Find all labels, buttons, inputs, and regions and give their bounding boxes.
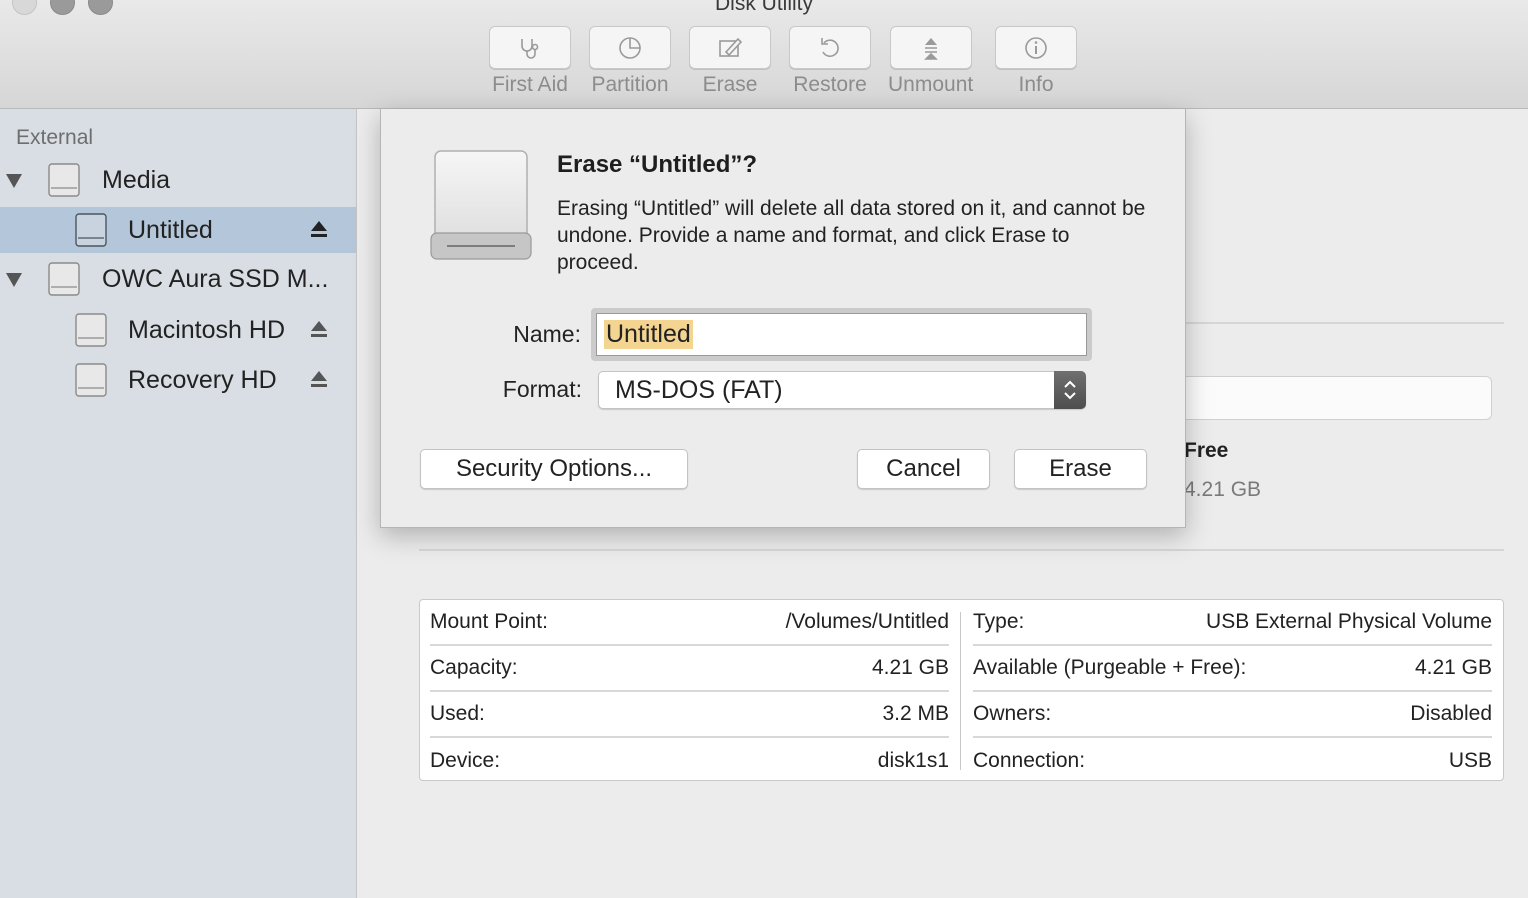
undo-arrow-icon <box>821 37 839 57</box>
info-label: Capacity: <box>430 656 518 679</box>
partition-label: Partition <box>591 73 669 96</box>
external-drive-icon <box>430 150 532 260</box>
window-title: Disk Utility <box>715 0 813 15</box>
select-stepper-icon[interactable] <box>1054 371 1086 409</box>
unmount-label: Unmount <box>888 73 974 96</box>
info-row-mount-point: Mount Point: /Volumes/Untitled <box>430 600 949 646</box>
divider <box>419 549 1504 551</box>
format-select[interactable]: MS-DOS (FAT) <box>598 371 1086 409</box>
sidebar-item-macintosh-hd[interactable]: Macintosh HD <box>0 307 356 353</box>
name-field[interactable]: Untitled <box>591 308 1092 361</box>
info-label: Info <box>1018 73 1054 96</box>
info-label: Used: <box>430 702 485 725</box>
info-label: Mount Point: <box>430 610 548 633</box>
sidebar-item-owc-aura-ssd[interactable]: OWC Aura SSD M... <box>0 257 356 303</box>
disclosure-triangle-icon[interactable] <box>6 273 22 287</box>
info-row-capacity: Capacity: 4.21 GB <box>430 646 949 692</box>
dialog-title: Erase “Untitled”? <box>557 151 758 178</box>
format-label: Format: <box>502 376 582 402</box>
sidebar-item-label: Macintosh HD <box>128 316 285 344</box>
erase-dialog: Erase “Untitled”? Erasing “Untitled” wil… <box>380 109 1186 528</box>
restore-label: Restore <box>793 73 867 96</box>
volume-info-table: Mount Point: /Volumes/Untitled Capacity:… <box>419 599 1504 781</box>
sidebar-item-recovery-hd[interactable]: Recovery HD <box>0 357 356 403</box>
cancel-button[interactable]: Cancel <box>857 449 990 489</box>
erase-toolbar-button[interactable]: Erase <box>689 26 771 97</box>
stethoscope-icon <box>521 38 539 59</box>
first-aid-label: First Aid <box>492 73 568 96</box>
info-row-owners: Owners: Disabled <box>973 692 1492 738</box>
pencil-icon <box>719 37 743 57</box>
partition-button[interactable]: Partition <box>589 26 671 97</box>
sidebar-item-untitled[interactable]: Untitled <box>0 207 356 253</box>
first-aid-button[interactable]: First Aid <box>489 26 571 97</box>
title-bar: Disk Utility First Aid Partition Erase R… <box>0 0 1528 109</box>
info-value: USB <box>1448 749 1492 772</box>
disclosure-triangle-icon[interactable] <box>6 174 22 188</box>
restore-button[interactable]: Restore <box>789 26 871 97</box>
info-label: Owners: <box>973 702 1052 725</box>
sidebar-item-label: Untitled <box>128 216 213 244</box>
format-select-value: MS-DOS (FAT) <box>615 376 783 404</box>
unmount-button[interactable]: Unmount <box>888 26 973 97</box>
eject-icon[interactable] <box>309 369 329 389</box>
volume-disk-icon <box>75 313 107 347</box>
info-row-type: Type: USB External Physical Volume <box>973 600 1492 646</box>
info-value: /Volumes/Untitled <box>785 610 949 633</box>
divider <box>1186 322 1504 324</box>
info-label: Available (Purgeable + Free): <box>973 656 1247 679</box>
info-value: 4.21 GB <box>1414 656 1492 679</box>
sidebar-item-label: OWC Aura SSD M... <box>102 265 329 293</box>
info-value: 3.2 MB <box>882 702 949 725</box>
info-label: Device: <box>430 749 501 772</box>
sidebar-item-label: Media <box>102 166 171 194</box>
free-label: Free <box>1184 439 1229 462</box>
eject-icon[interactable] <box>309 219 329 239</box>
eject-icon <box>923 37 938 60</box>
info-value: 4.21 GB <box>871 656 949 679</box>
info-label: Type: <box>973 610 1025 633</box>
external-disk-icon <box>48 163 80 197</box>
info-row-available: Available (Purgeable + Free): 4.21 GB <box>973 646 1492 692</box>
info-row-device: Device: disk1s1 <box>430 738 949 784</box>
eject-icon[interactable] <box>309 319 329 339</box>
free-value: 4.21 GB <box>1184 478 1262 501</box>
name-label: Name: <box>513 321 581 347</box>
dialog-message: Erasing “Untitled” will delete all data … <box>557 197 1146 274</box>
info-button[interactable]: Info <box>995 26 1077 97</box>
usage-bar <box>1186 376 1492 420</box>
column-divider <box>960 612 961 770</box>
sidebar-item-media[interactable]: Media <box>0 158 356 204</box>
sidebar-item-label: Recovery HD <box>128 366 277 394</box>
volume-disk-icon <box>75 363 107 397</box>
pie-chart-icon <box>619 36 641 59</box>
info-row-used: Used: 3.2 MB <box>430 692 949 738</box>
sidebar: External Media Untitled OWC Aura SSD M..… <box>0 109 357 898</box>
security-options-button[interactable]: Security Options... <box>420 449 688 489</box>
info-label: Connection: <box>973 749 1086 772</box>
info-value: disk1s1 <box>877 749 949 772</box>
erase-toolbar-label: Erase <box>702 73 758 96</box>
name-field-value: Untitled <box>604 320 693 349</box>
info-value: USB External Physical Volume <box>1206 610 1492 633</box>
info-row-connection: Connection: USB <box>973 738 1492 784</box>
volume-disk-icon <box>75 213 107 247</box>
sidebar-section-external: External <box>16 126 94 149</box>
erase-button[interactable]: Erase <box>1014 449 1147 489</box>
info-icon <box>1025 36 1047 59</box>
info-value: Disabled <box>1410 702 1492 725</box>
external-disk-icon <box>48 262 80 296</box>
